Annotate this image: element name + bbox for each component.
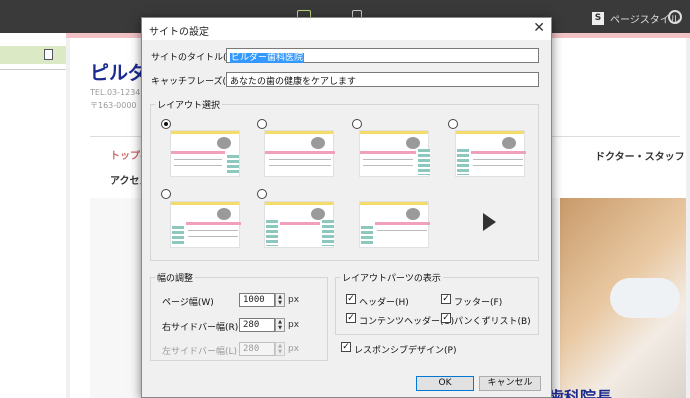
parts-group-label: レイアウトパーツの表示 (342, 274, 441, 284)
gear-icon[interactable] (668, 10, 682, 24)
preview-tel: TEL.03-1234 (90, 88, 141, 97)
dialog-title: サイトの設定 (149, 27, 209, 38)
left-sidebar-label: 左サイドバー幅(L) (162, 347, 238, 357)
layout-radio-4[interactable] (448, 119, 458, 129)
footer-checkbox-label: フッター(F) (454, 298, 503, 308)
page-list-panel (0, 33, 66, 398)
layout-group-label: レイアウト選択 (157, 101, 221, 111)
site-title-label: サイトのタイトル(T) (151, 53, 236, 63)
play-icon[interactable] (469, 203, 507, 241)
left-sidebar-input: 280 (239, 342, 275, 356)
cancel-button[interactable]: キャンセル (479, 376, 541, 391)
page-width-stepper[interactable]: ▲ ▼ (275, 293, 285, 307)
right-sidebar-label: 右サイドバー幅(R) (162, 323, 239, 333)
layout-radio-5[interactable] (161, 189, 171, 199)
left-sidebar-unit: px (288, 344, 300, 354)
catchphrase-label: キャッチフレーズ(C) (151, 77, 236, 87)
header-checkbox-label: ヘッダー(H) (359, 298, 409, 308)
footer-checkbox[interactable]: ✓ (441, 294, 451, 304)
divider (0, 69, 66, 70)
site-title-value: ビルダー歯科医院 (230, 53, 305, 63)
layout-thumb-3[interactable] (359, 130, 430, 177)
right-sidebar-input[interactable]: 280 (239, 318, 275, 332)
hero-photo-mask (610, 278, 680, 318)
preview-site-name: ピルダ (90, 62, 148, 84)
layout-thumb-2[interactable] (264, 130, 335, 177)
layout-thumb-4[interactable] (455, 130, 526, 177)
close-icon[interactable]: ✕ (533, 21, 545, 35)
catchphrase-input[interactable]: あなたの歯の健康をケアします (226, 72, 539, 87)
width-group-label: 幅の調整 (157, 274, 194, 284)
layout-thumb-6[interactable] (264, 201, 334, 248)
layout-radio-2[interactable] (257, 119, 267, 129)
breadcrumb-checkbox-label: パンくずリスト(B) (454, 317, 531, 327)
ok-button[interactable]: OK (416, 376, 474, 391)
layout-radio-3[interactable] (352, 119, 362, 129)
page-width-input[interactable]: 1000 (239, 293, 275, 307)
breadcrumb-checkbox[interactable]: ✓ (441, 313, 451, 323)
header-checkbox[interactable]: ✓ (346, 294, 356, 304)
preview-postal: 〒163-0000 (90, 101, 137, 110)
right-sidebar-unit: px (288, 320, 300, 330)
site-settings-dialog: サイトの設定 ✕ サイトのタイトル(T) ビルダー歯科医院 キャッチフレーズ(C… (141, 17, 552, 398)
preview-nav-doctor[interactable]: ドクター・スタッフ (595, 148, 685, 163)
layout-radio-1[interactable] (161, 119, 171, 129)
page-width-label: ページ幅(W) (162, 298, 214, 308)
page-width-unit: px (288, 295, 300, 305)
responsive-checkbox-label: レスポンシブデザイン(P) (354, 346, 457, 356)
content-header-checkbox-label: コンテンツヘッダー(O) (359, 317, 455, 327)
left-sidebar-stepper: ▲ ▼ (275, 342, 285, 356)
layout-thumb-1[interactable] (170, 130, 240, 177)
content-header-checkbox[interactable]: ✓ (346, 313, 356, 323)
page-icon (44, 49, 53, 60)
site-title-input[interactable]: ビルダー歯科医院 (226, 48, 539, 63)
layout-thumb-7[interactable] (359, 201, 430, 248)
page-style-icon: S (592, 12, 604, 25)
layout-thumb-5[interactable] (170, 201, 241, 248)
right-sidebar-stepper[interactable]: ▲ ▼ (275, 318, 285, 332)
page-list-item-selected[interactable] (0, 46, 66, 64)
dialog-titlebar: サイトの設定 ✕ (142, 18, 551, 40)
screen: S ページスタイル ピルダ TEL.03-1234 〒163-0000 トップへ… (0, 0, 690, 398)
page-style-button[interactable]: S ページスタイル (592, 11, 680, 26)
responsive-checkbox[interactable]: ✓ (341, 342, 351, 352)
layout-radio-6[interactable] (257, 189, 267, 199)
